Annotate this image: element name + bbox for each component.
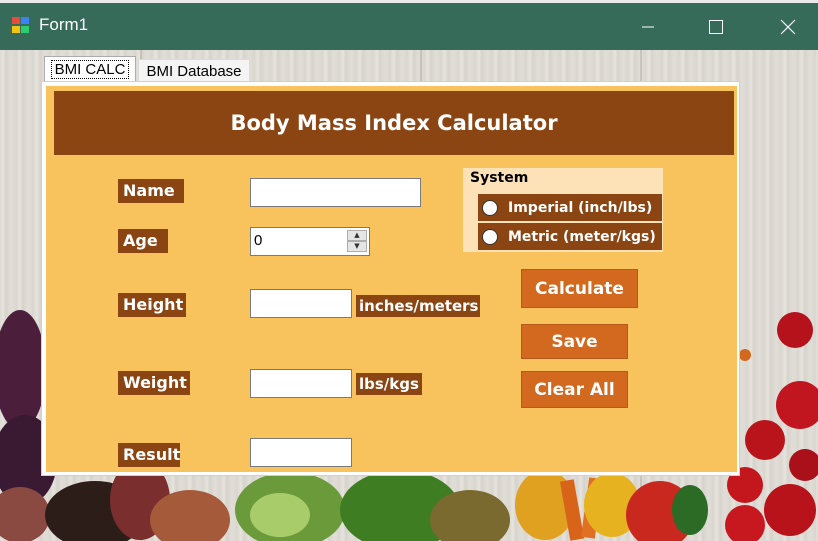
imperial-radio-label: Imperial (inch/lbs) [508, 199, 653, 216]
minimize-icon [642, 26, 654, 27]
weight-label: Weight [118, 371, 190, 395]
tab-bmi-database[interactable]: BMI Database [138, 59, 250, 82]
maximize-button[interactable] [680, 3, 752, 50]
tab-bmi-calc[interactable]: BMI CALC [44, 56, 136, 82]
height-unit-label: inches/meters [356, 295, 480, 317]
title-bar: Form1 [0, 0, 818, 50]
result-label: Result [118, 443, 180, 467]
chevron-up-icon: ▲ [354, 231, 360, 239]
close-button[interactable] [752, 3, 818, 50]
page-title: Body Mass Index Calculator [54, 91, 734, 155]
age-value: 0 [254, 232, 263, 249]
metric-radio-label: Metric (meter/kgs) [508, 228, 656, 245]
age-increment-button[interactable]: ▲ [347, 230, 367, 241]
height-input[interactable] [250, 289, 352, 318]
minimize-button[interactable] [612, 3, 684, 50]
tab-bmi-database-label: BMI Database [146, 62, 242, 80]
tab-bmi-calc-label: BMI CALC [50, 60, 130, 79]
maximize-icon [709, 19, 723, 34]
age-decrement-button[interactable]: ▼ [347, 241, 367, 252]
result-output[interactable] [250, 438, 352, 467]
weight-input[interactable] [250, 369, 352, 398]
radio-circle-icon [482, 228, 498, 245]
chevron-down-icon: ▼ [354, 242, 360, 250]
metric-radio[interactable]: Metric (meter/kgs) [478, 223, 662, 250]
age-stepper-buttons: ▲ ▼ [347, 230, 367, 253]
window-title: Form1 [39, 15, 89, 34]
calculate-button[interactable]: Calculate [521, 269, 638, 308]
age-stepper[interactable]: 0 ▲ ▼ [250, 227, 370, 256]
name-label: Name [118, 179, 184, 203]
system-group-title: System [470, 170, 529, 186]
age-label: Age [118, 229, 168, 253]
name-input[interactable] [250, 178, 421, 207]
imperial-radio[interactable]: Imperial (inch/lbs) [478, 194, 662, 221]
close-icon [780, 19, 796, 34]
weight-unit-label: lbs/kgs [356, 373, 422, 395]
height-label: Height [118, 293, 186, 317]
app-icon[interactable] [11, 16, 31, 34]
save-button[interactable]: Save [521, 324, 628, 359]
clear-all-button[interactable]: Clear All [521, 371, 628, 408]
radio-circle-icon [482, 199, 498, 216]
